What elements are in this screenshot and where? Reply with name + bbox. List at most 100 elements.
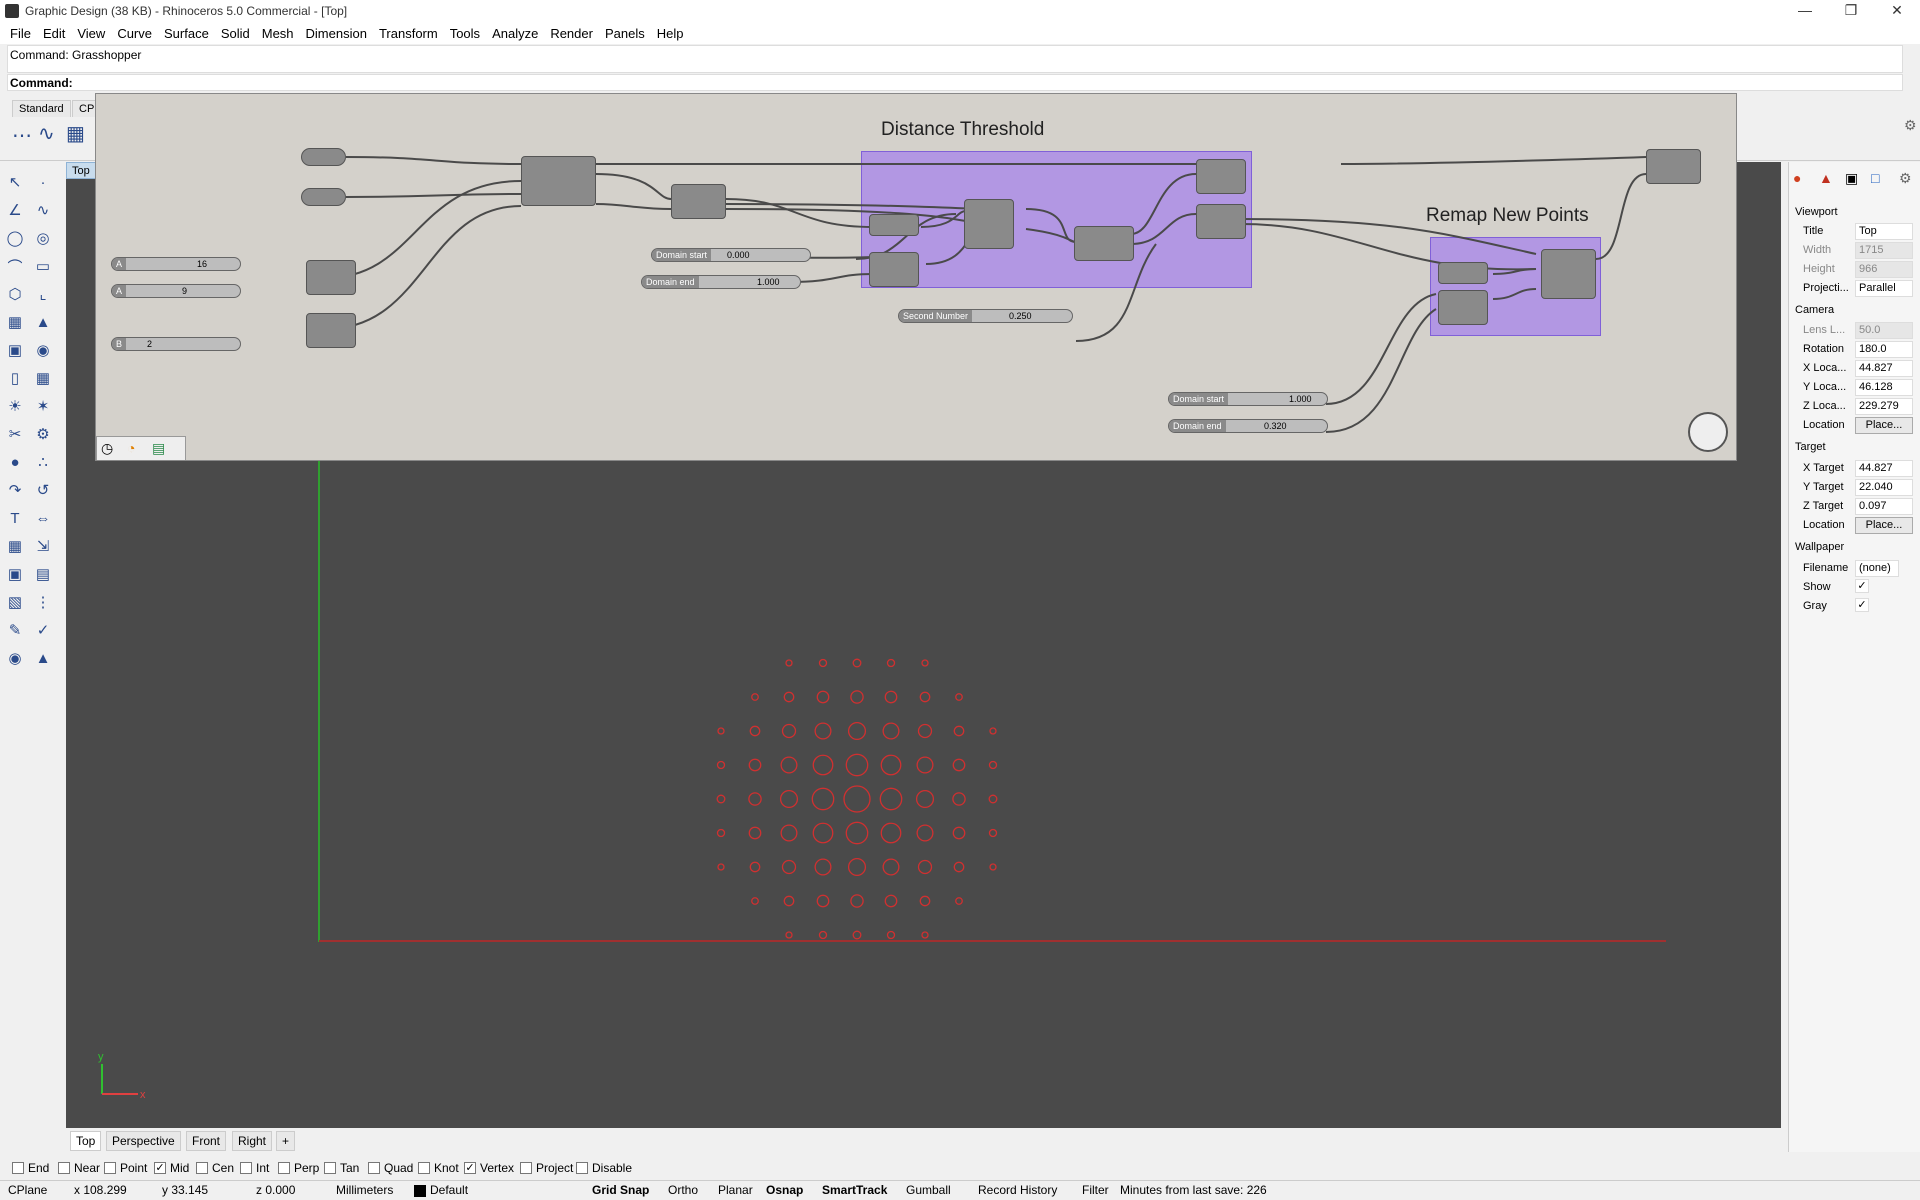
circle[interactable] xyxy=(717,863,725,871)
checkbox[interactable] xyxy=(12,1162,24,1174)
circle[interactable] xyxy=(716,760,726,770)
minimize-icon[interactable]: — xyxy=(1782,0,1828,22)
add-viewport-icon[interactable]: + xyxy=(276,1131,296,1151)
record-history-toggle[interactable]: Record History xyxy=(978,1183,1057,1197)
circle[interactable] xyxy=(952,826,966,840)
timer-icon[interactable]: ◔ xyxy=(127,440,135,456)
gh-bounds-component[interactable] xyxy=(869,214,919,236)
circle[interactable] xyxy=(818,658,828,668)
osnap-near[interactable]: Near xyxy=(58,1161,100,1175)
circle[interactable] xyxy=(749,861,761,873)
menu-mesh[interactable]: Mesh xyxy=(258,26,302,41)
circle[interactable] xyxy=(953,725,965,737)
explode-icon[interactable]: ✶ xyxy=(32,395,54,417)
gh-construct-domain[interactable] xyxy=(869,252,919,287)
slider-domain-end-2[interactable]: Domain end 0.320 xyxy=(1168,419,1328,433)
gh-multiply-a[interactable] xyxy=(306,260,356,295)
circle[interactable] xyxy=(852,658,862,668)
menu-transform[interactable]: Transform xyxy=(375,26,446,41)
planar-toggle[interactable]: Planar xyxy=(718,1183,753,1197)
layout-icon[interactable]: ▧ xyxy=(4,591,26,613)
units-label[interactable]: Millimeters xyxy=(336,1183,393,1197)
circle[interactable] xyxy=(781,723,797,739)
prop-x-location-value[interactable]: 44.827 xyxy=(1855,360,1913,377)
circle[interactable] xyxy=(780,824,798,842)
circle[interactable] xyxy=(716,794,726,804)
slider-b-2[interactable]: B 2 xyxy=(111,337,241,351)
circle[interactable] xyxy=(916,824,934,842)
box-icon[interactable]: ▣ xyxy=(4,339,26,361)
circle[interactable] xyxy=(751,693,759,701)
circle[interactable] xyxy=(921,931,929,939)
circle[interactable] xyxy=(785,931,793,939)
circle[interactable] xyxy=(843,785,871,813)
circle[interactable] xyxy=(882,722,900,740)
clock-icon[interactable]: ◷ xyxy=(101,440,113,457)
grid-snap-toggle[interactable]: Grid Snap xyxy=(592,1183,649,1197)
tab-view-right[interactable]: Right xyxy=(232,1131,273,1151)
slider-second-number[interactable]: Second Number 0.250 xyxy=(898,309,1073,323)
prop-projection-dropdown[interactable]: Parallel xyxy=(1855,280,1913,297)
osnap-point[interactable]: Point xyxy=(104,1161,147,1175)
display-icon[interactable]: ▣ xyxy=(1845,170,1858,187)
gh-param-plane[interactable] xyxy=(301,148,346,166)
wallpaper-filename-value[interactable]: (none) xyxy=(1855,560,1899,577)
curve-icon[interactable]: ∿ xyxy=(32,199,54,221)
cplane-label[interactable]: CPlane xyxy=(8,1183,47,1197)
circle[interactable] xyxy=(749,725,761,737)
osnap-disable[interactable]: Disable xyxy=(576,1161,632,1175)
prop-rotation-value[interactable]: 180.0 xyxy=(1855,341,1913,358)
ortho-toggle[interactable]: Ortho xyxy=(668,1183,698,1197)
material-icon[interactable]: ▲ xyxy=(32,647,54,669)
select-icon[interactable]: ↖ xyxy=(4,171,26,193)
circle[interactable] xyxy=(989,727,997,735)
circle[interactable] xyxy=(845,753,869,777)
mesh-icon[interactable]: ▦ xyxy=(32,367,54,389)
viewport-title[interactable]: Top xyxy=(66,162,96,179)
menu-view[interactable]: View xyxy=(73,26,113,41)
slider-domain-start-2[interactable]: Domain start 1.000 xyxy=(1168,392,1328,406)
text-icon[interactable]: T xyxy=(4,507,26,529)
osnap-toggle[interactable]: Osnap xyxy=(766,1183,803,1197)
target-place-button[interactable]: Place... xyxy=(1855,517,1913,534)
checkbox[interactable] xyxy=(324,1162,336,1174)
prop-x-target-value[interactable]: 44.827 xyxy=(1855,460,1913,477)
ellipse-icon[interactable]: ◎ xyxy=(32,227,54,249)
curve-tools-icon[interactable]: ∿ xyxy=(38,121,55,146)
color-icon[interactable]: ● xyxy=(1793,170,1801,186)
gear-icon[interactable]: ⚙ xyxy=(1899,170,1912,187)
gh-distance-component[interactable] xyxy=(671,184,726,219)
circle[interactable] xyxy=(879,787,903,811)
circle[interactable] xyxy=(814,858,832,876)
osnap-int[interactable]: Int xyxy=(240,1161,269,1175)
menu-help[interactable]: Help xyxy=(653,26,692,41)
trim-icon[interactable]: ✂ xyxy=(4,423,26,445)
circle[interactable] xyxy=(779,789,799,809)
point-tools-icon[interactable]: ⋯ xyxy=(12,123,32,148)
osnap-perp[interactable]: Perp xyxy=(278,1161,319,1175)
circle[interactable] xyxy=(783,691,795,703)
menu-surface[interactable]: Surface xyxy=(160,26,217,41)
grid-icon[interactable]: ▤ xyxy=(32,563,54,585)
circle[interactable] xyxy=(783,895,795,907)
circle[interactable] xyxy=(818,930,828,940)
circle[interactable] xyxy=(781,859,797,875)
checkbox[interactable] xyxy=(368,1162,380,1174)
checkbox[interactable] xyxy=(104,1162,116,1174)
rectangle-icon[interactable]: ▭ xyxy=(32,255,54,277)
menu-analyze[interactable]: Analyze xyxy=(488,26,546,41)
extrude-icon[interactable]: ▲ xyxy=(32,311,54,333)
tab-view-top[interactable]: Top xyxy=(70,1131,102,1151)
group-icon[interactable]: ∴ xyxy=(32,451,54,473)
osnap-cen[interactable]: Cen xyxy=(196,1161,234,1175)
menu-panels[interactable]: Panels xyxy=(601,26,653,41)
tab-standard[interactable]: Standard xyxy=(12,100,71,117)
circle[interactable] xyxy=(915,789,935,809)
rotate-icon[interactable]: ↺ xyxy=(32,479,54,501)
checkbox[interactable]: ✓ xyxy=(154,1162,166,1174)
circle[interactable] xyxy=(785,659,793,667)
circle[interactable] xyxy=(847,857,867,877)
circle[interactable] xyxy=(919,691,931,703)
layer-label[interactable]: Default xyxy=(430,1183,468,1197)
circle[interactable] xyxy=(814,722,832,740)
